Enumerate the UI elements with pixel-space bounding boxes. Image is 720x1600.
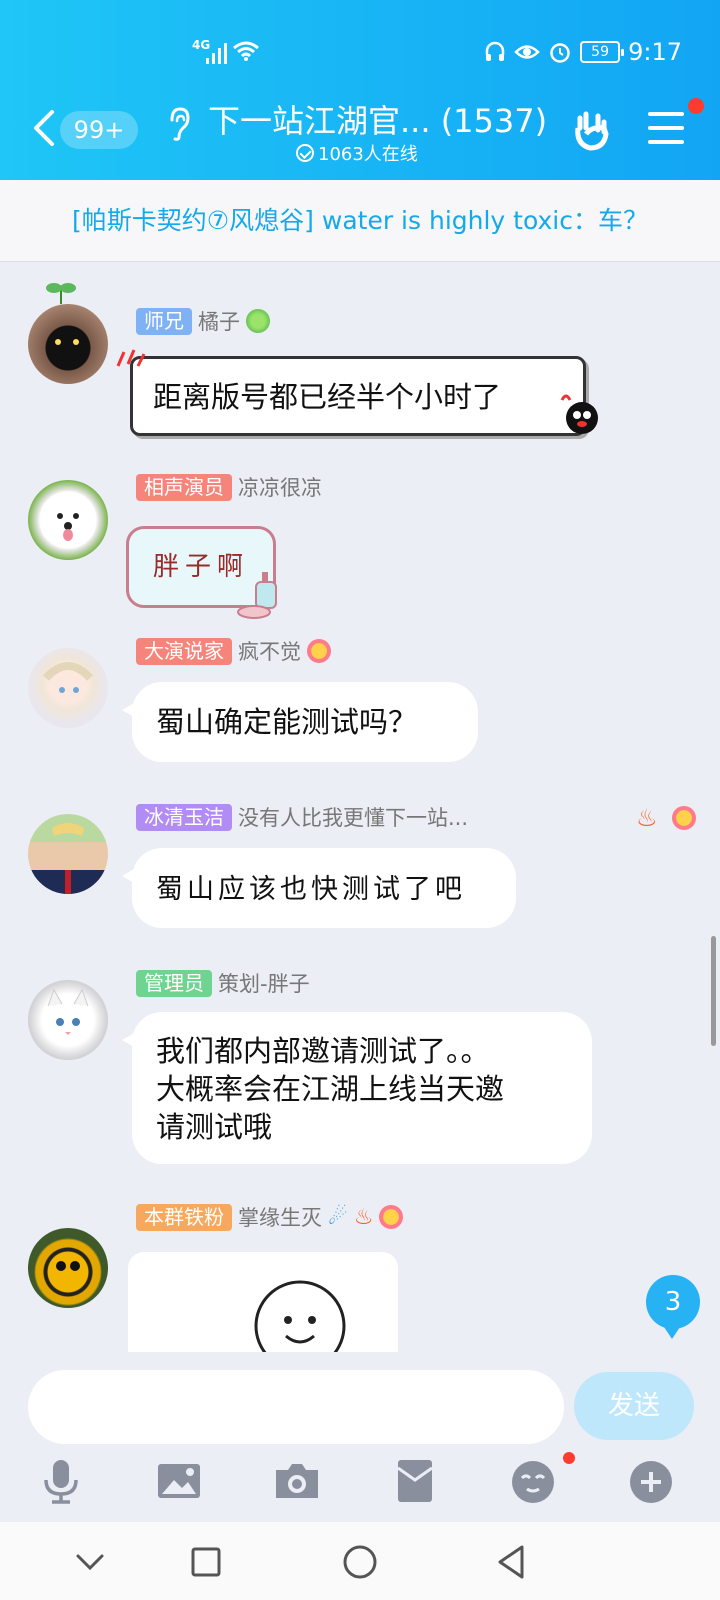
back-chevron-icon[interactable] [30, 108, 60, 148]
message-text-line: 请测试哦 [156, 1110, 273, 1144]
menu-icon[interactable] [648, 112, 684, 146]
title-badge: 师兄 [136, 307, 192, 335]
message-text: 距离版号都已经半个小时了 [153, 380, 502, 414]
message-text-line: 大概率会在江湖上线当天邀 [156, 1072, 505, 1106]
smiley-badge-icon [307, 639, 331, 663]
send-button[interactable]: 发送 [574, 1372, 694, 1440]
hand-gesture-icon[interactable] [570, 108, 614, 152]
soap-bottle-icon [237, 572, 277, 619]
recents-square-icon[interactable] [186, 1542, 226, 1582]
sprout-icon [46, 283, 76, 304]
message-bubble[interactable]: 我们都内部邀请测试了。。 大概率会在江湖上线当天邀 请测试哦 [122, 1012, 592, 1164]
group-announcement[interactable]: [帕斯卡契约⑦风熄谷] water is highly toxic：车？ [0, 180, 720, 262]
sender-nickname[interactable]: 掌缘生灭 [238, 1202, 322, 1232]
battery-indicator: 59 [580, 41, 625, 63]
message-item: 本群铁粉 掌缘生灭 ☄ ♨ [0, 1202, 720, 1352]
plus-icon[interactable] [626, 1456, 676, 1506]
image-message[interactable] [128, 1252, 398, 1352]
avatar[interactable] [28, 980, 108, 1060]
fire-icon: ♨ [636, 804, 658, 832]
sender-line: 冰清玉洁 没有人比我更懂下一站... [136, 802, 468, 832]
status-bar: 4G 59 9:17 [0, 36, 720, 72]
chat-header: 4G 59 9:17 99+ 下一站江湖官... (1537) 1063人在线 [0, 0, 720, 180]
message-bubble[interactable]: 距离版号都已经半个小时了 [130, 356, 586, 436]
new-messages-count[interactable]: 3 [646, 1275, 700, 1339]
title-badge: 本群铁粉 [136, 1203, 232, 1231]
title-badge: 相声演员 [136, 473, 232, 501]
input-bar: 发送 [0, 1352, 720, 1522]
back-triangle-icon[interactable] [492, 1542, 532, 1582]
emoji-icon[interactable] [508, 1456, 558, 1506]
sender-nickname[interactable]: 疯不觉 [238, 636, 301, 666]
online-check-icon [296, 144, 314, 162]
mascot-icon [560, 394, 598, 434]
alarm-icon [550, 43, 570, 63]
mic-icon[interactable] [36, 1456, 86, 1506]
red-packet-icon[interactable] [390, 1456, 440, 1506]
online-text: 1063人在线 [318, 144, 418, 165]
wifi-icon [233, 41, 259, 61]
smiley-badge-icon [379, 1205, 404, 1229]
leaf-icon [246, 309, 270, 333]
smiley-badge-icon [672, 806, 696, 830]
message-text-line: 我们都内部邀请测试了。。 [156, 1034, 490, 1068]
message-input[interactable] [28, 1370, 564, 1444]
sender-nickname[interactable]: 橘子 [198, 306, 240, 336]
notification-dot [563, 1452, 575, 1464]
message-text: 蜀山确定能测试吗？ [156, 705, 418, 739]
avatar[interactable] [28, 1228, 108, 1308]
ear-icon[interactable] [166, 106, 192, 142]
title-badge: 大演说家 [136, 637, 232, 665]
image-icon[interactable] [154, 1456, 204, 1506]
avatar[interactable] [28, 480, 108, 560]
message-text: 蜀山应该也快测试了吧 [156, 874, 466, 905]
avatar[interactable] [28, 304, 108, 384]
clock: 9:17 [628, 38, 682, 66]
cartoon-face-icon [254, 1280, 346, 1352]
title-badge: 冰清玉洁 [136, 803, 232, 831]
bubble-decoration-icon [116, 349, 146, 367]
sender-line: 大演说家 疯不觉 [136, 636, 331, 666]
message-bubble[interactable]: 蜀山应该也快测试了吧 [122, 848, 516, 928]
sender-nickname[interactable]: 凉凉很凉 [238, 472, 322, 502]
unread-count-badge[interactable]: 99+ [60, 111, 138, 149]
sender-line: 管理员 策划-胖子 [136, 968, 310, 998]
system-nav-bar [0, 1522, 720, 1600]
dragon-icon: ☄ [328, 1204, 348, 1230]
title-badge: 管理员 [136, 969, 212, 997]
sender-line: 本群铁粉 掌缘生灭 ☄ ♨ [136, 1202, 404, 1232]
scrollbar[interactable] [711, 936, 716, 1046]
fire-icon: ♨ [353, 1204, 374, 1230]
camera-icon[interactable] [272, 1456, 322, 1506]
eye-icon [514, 45, 540, 59]
online-count: 1063人在线 [296, 140, 418, 166]
sender-line: 师兄 橘子 [136, 306, 270, 336]
headphones-icon [485, 41, 505, 61]
sender-nickname[interactable]: 没有人比我更懂下一站... [238, 802, 468, 832]
hide-keyboard-chevron-icon[interactable] [70, 1542, 110, 1582]
message-bubble[interactable]: 蜀山确定能测试吗？ [122, 682, 478, 762]
avatar[interactable] [28, 648, 108, 728]
sender-line: 相声演员 凉凉很凉 [136, 472, 322, 502]
home-circle-icon[interactable] [340, 1542, 380, 1582]
signal-icon [206, 43, 227, 64]
notification-dot [688, 98, 704, 114]
group-title[interactable]: 下一站江湖官... (1537) [208, 96, 547, 142]
avatar[interactable] [28, 814, 108, 894]
sender-nickname[interactable]: 策划-胖子 [218, 968, 310, 998]
